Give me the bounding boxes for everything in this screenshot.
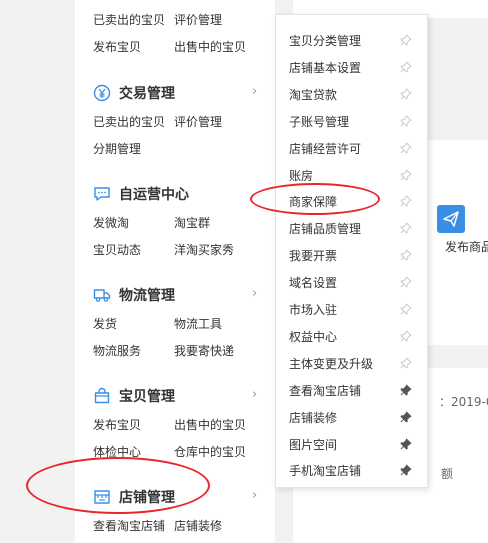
- menu-item-rights-center[interactable]: 权益中心: [276, 323, 427, 350]
- menu-item-mobile-taobao-store[interactable]: 手机淘宝店铺: [276, 457, 427, 484]
- section-self-operation[interactable]: 自运营中心: [93, 183, 189, 205]
- pin-icon[interactable]: [400, 61, 412, 73]
- menu-item-label: 店铺基本设置: [289, 60, 362, 75]
- sidebar-link-taobao-group[interactable]: 淘宝群: [174, 214, 210, 231]
- pin-icon[interactable]: [400, 195, 412, 207]
- sidebar-link-ship[interactable]: 发货: [93, 315, 117, 332]
- truck-icon: [93, 286, 111, 304]
- pin-icon[interactable]: [400, 88, 412, 100]
- highlight-circle-store-management: [26, 457, 210, 514]
- sidebar-link-installments[interactable]: 分期管理: [93, 140, 141, 157]
- pin-icon[interactable]: [400, 276, 412, 288]
- publish-product-label: 发布商品: [445, 240, 488, 254]
- section-trade-management[interactable]: 交易管理: [93, 82, 175, 104]
- sidebar-link-send-express[interactable]: 我要寄快递: [174, 342, 234, 359]
- menu-item-label: 主体变更及升级: [289, 356, 374, 371]
- date-fragment: ：2019-08-: [439, 395, 488, 409]
- menu-item-image-space[interactable]: 图片空间: [276, 431, 427, 458]
- menu-item-store-decoration[interactable]: 店铺装修: [276, 404, 427, 431]
- section-item-management[interactable]: 宝贝管理: [93, 385, 175, 407]
- menu-item-label: 市场入驻: [289, 303, 338, 317]
- sidebar-link-publish-item[interactable]: 发布宝贝: [93, 416, 141, 433]
- pin-icon[interactable]: [400, 464, 412, 476]
- pin-icon[interactable]: [400, 330, 412, 342]
- chat-bubble-icon: [93, 185, 111, 203]
- section-title: 宝贝管理: [119, 389, 175, 405]
- menu-item-market-entry[interactable]: 市场入驻: [276, 296, 427, 323]
- menu-item-store-basic-settings[interactable]: 店铺基本设置: [276, 54, 427, 81]
- section-title: 自运营中心: [119, 187, 189, 203]
- chevron-right-icon: ›: [252, 286, 258, 301]
- text-fragment: 额: [441, 467, 454, 481]
- menu-item-label: 店铺装修: [289, 410, 338, 425]
- sidebar-link-logistics-tools[interactable]: 物流工具: [174, 315, 222, 332]
- pin-icon[interactable]: [400, 34, 412, 46]
- menu-item-label: 宝贝分类管理: [289, 34, 362, 48]
- section-title: 物流管理: [119, 288, 175, 304]
- sidebar-link-item-updates[interactable]: 宝贝动态: [93, 241, 141, 258]
- menu-item-label: 子账号管理: [289, 114, 350, 129]
- menu-item-label: 账房: [289, 168, 314, 183]
- yen-circle-icon: [93, 84, 111, 102]
- chevron-right-icon: ›: [252, 387, 258, 402]
- menu-item-sub-account-management[interactable]: 子账号管理: [276, 108, 427, 135]
- menu-item-business-license[interactable]: 店铺经营许可: [276, 135, 427, 162]
- pin-icon[interactable]: [400, 384, 412, 396]
- section-logistics[interactable]: 物流管理: [93, 284, 175, 306]
- menu-item-view-taobao-store[interactable]: 查看淘宝店铺: [276, 377, 427, 404]
- shopping-bag-icon: [93, 387, 111, 405]
- sidebar-link-sold-items[interactable]: 已卖出的宝贝: [93, 11, 165, 28]
- sidebar-link-warehouse-items[interactable]: 仓库中的宝贝: [174, 443, 246, 460]
- menu-item-label: 我要开票: [289, 249, 338, 264]
- publish-product-button[interactable]: [437, 205, 465, 233]
- sidebar-link-view-store[interactable]: 查看淘宝店铺: [93, 517, 165, 534]
- menu-item-invoice[interactable]: 我要开票: [276, 242, 427, 269]
- menu-item-taobao-loan[interactable]: 淘宝贷款: [276, 81, 427, 108]
- sidebar-link-post-weitao[interactable]: 发微淘: [93, 214, 129, 231]
- sidebar-link-buyer-show[interactable]: 洋淘买家秀: [174, 241, 234, 258]
- pin-icon[interactable]: [400, 438, 412, 450]
- menu-item-domain-settings[interactable]: 域名设置: [276, 269, 427, 296]
- pin-icon[interactable]: [400, 357, 412, 369]
- menu-item-label: 淘宝贷款: [289, 87, 338, 102]
- sidebar-link-publish-item[interactable]: 发布宝贝: [93, 38, 141, 55]
- sidebar-link-sold-items[interactable]: 已卖出的宝贝: [93, 113, 165, 130]
- menu-item-category-management[interactable]: 宝贝分类管理: [276, 27, 427, 54]
- sidebar-link-store-decoration[interactable]: 店铺装修: [174, 517, 222, 534]
- menu-item-entity-change-upgrade[interactable]: 主体变更及升级: [276, 350, 427, 377]
- menu-item-store-quality-management[interactable]: 店铺品质管理: [276, 215, 427, 242]
- menu-item-label: 店铺经营许可: [289, 141, 362, 156]
- menu-item-label: 域名设置: [289, 276, 338, 291]
- highlight-circle-merchant-protection: [250, 183, 380, 215]
- pin-icon[interactable]: [400, 115, 412, 127]
- send-icon: [443, 211, 459, 227]
- pin-icon[interactable]: [400, 249, 412, 261]
- store-management-flyout-menu: 宝贝分类管理 店铺基本设置 淘宝贷款 子账号管理 店铺经营许可 账房 商家保障 店铺品质管理我…: [275, 14, 428, 488]
- sidebar-link-reviews[interactable]: 评价管理: [174, 113, 222, 130]
- section-title: 交易管理: [119, 86, 175, 102]
- pin-icon[interactable]: [400, 142, 412, 154]
- pin-icon[interactable]: [400, 222, 412, 234]
- chevron-right-icon: ›: [252, 84, 258, 99]
- pin-icon[interactable]: [400, 411, 412, 423]
- pin-icon[interactable]: [400, 169, 412, 181]
- menu-item-label: 手机淘宝店铺: [289, 464, 362, 479]
- sidebar-link-items-on-sale[interactable]: 出售中的宝贝: [174, 416, 246, 433]
- menu-item-label: 查看淘宝店铺: [289, 383, 362, 398]
- chevron-right-icon: ›: [252, 488, 258, 503]
- menu-item-label: 权益中心: [289, 329, 338, 344]
- menu-item-label: 图片空间: [289, 437, 338, 452]
- sidebar-link-reviews[interactable]: 评价管理: [174, 11, 222, 28]
- pin-icon[interactable]: [400, 303, 412, 315]
- sidebar-link-items-on-sale[interactable]: 出售中的宝贝: [174, 38, 246, 55]
- menu-item-label: 店铺品质管理: [289, 222, 362, 237]
- sidebar-link-logistics-services[interactable]: 物流服务: [93, 342, 141, 359]
